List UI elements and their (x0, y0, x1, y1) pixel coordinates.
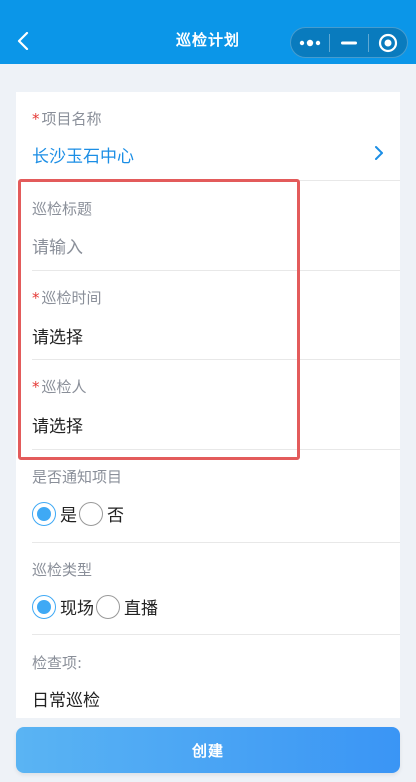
project-selector[interactable]: 长沙玉石中心 (32, 142, 384, 167)
inspector-label: * 巡检人 (32, 378, 87, 396)
type-onsite-radio[interactable] (32, 594, 56, 619)
notify-yes-label: 是 (60, 506, 77, 526)
check-items-label: 检查项: (32, 654, 83, 672)
chevron-right-icon (374, 145, 384, 165)
inspector-picker[interactable]: 请选择 (32, 412, 384, 437)
divider (32, 542, 400, 543)
close-target-icon[interactable] (369, 28, 407, 57)
mini-program-capsule (290, 27, 408, 58)
divider (32, 634, 400, 635)
divider (32, 449, 400, 450)
inspection-time-label: * 巡检时间 (32, 289, 102, 307)
type-live-label: 直播 (124, 599, 158, 619)
project-field: * 项目名称 (32, 108, 384, 129)
project-value: 长沙玉石中心 (32, 147, 134, 167)
inspection-time-picker[interactable]: 请选择 (32, 323, 384, 348)
minimize-icon[interactable] (330, 28, 368, 57)
type-live-radio[interactable] (96, 594, 120, 619)
divider (32, 359, 400, 360)
notify-yes-radio[interactable] (32, 501, 56, 526)
type-onsite-label: 现场 (60, 599, 94, 619)
notify-project-radio-group: 是 否 (32, 501, 384, 526)
check-items-value[interactable]: 日常巡检 (32, 686, 384, 711)
inspection-title-input[interactable]: 请输入 (32, 233, 384, 258)
notify-no-label: 否 (107, 506, 124, 526)
divider (32, 180, 400, 181)
create-button[interactable]: 创建 (16, 727, 400, 773)
notify-project-label: 是否通知项目 (32, 468, 123, 486)
project-label: * 项目名称 (32, 110, 102, 128)
divider (32, 270, 400, 271)
navigation-bar: 巡检计划 (0, 0, 416, 64)
more-icon[interactable] (291, 28, 329, 57)
inspection-title-label: 巡检标题 (32, 200, 93, 218)
inspection-type-radio-group: 现场 直播 (32, 594, 384, 619)
form-card: * 项目名称 长沙玉石中心 巡检标题 请输入 * 巡检时间 请选择 * 巡检人 请选择… (16, 92, 400, 718)
inspection-type-label: 巡检类型 (32, 561, 93, 579)
notify-no-radio[interactable] (79, 501, 103, 526)
